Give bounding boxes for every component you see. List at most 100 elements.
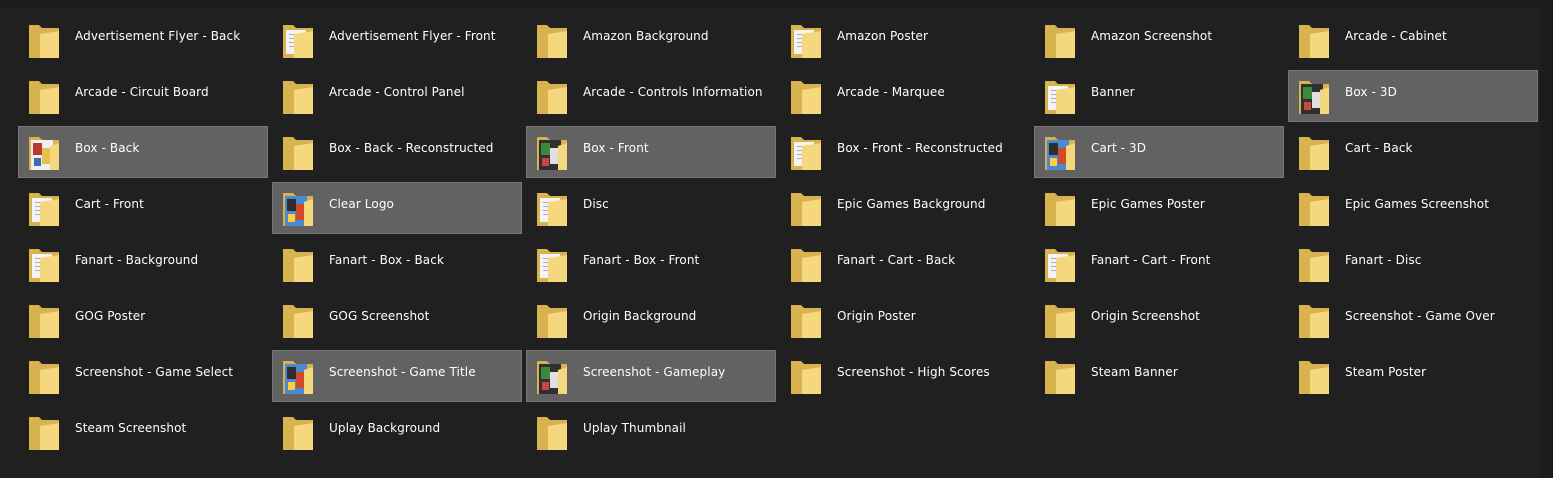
folder-icon [537, 25, 567, 58]
folder-item[interactable]: Fanart - Box - Back [272, 238, 522, 290]
folder-item[interactable]: Fanart - Background [18, 238, 268, 290]
folder-item[interactable]: Advertisement Flyer - Front [272, 14, 522, 66]
folder-item[interactable]: Fanart - Disc [1288, 238, 1538, 290]
folder-item[interactable]: Origin Screenshot [1034, 294, 1284, 346]
folder-icon [1299, 193, 1329, 226]
folder-with-documents-icon [791, 137, 821, 170]
folder-item-label: Box - Front [583, 141, 649, 155]
folder-item-label: Arcade - Marquee [837, 85, 945, 99]
folder-item-label: Box - Back - Reconstructed [329, 141, 494, 155]
folder-item[interactable]: Box - Front [526, 126, 776, 178]
folder-item[interactable]: Origin Background [526, 294, 776, 346]
folder-grid: Advertisement Flyer - Back Advertisement … [18, 14, 1538, 458]
folder-item[interactable]: GOG Poster [18, 294, 268, 346]
folder-item-label: Arcade - Control Panel [329, 85, 465, 99]
folder-item[interactable]: Arcade - Marquee [780, 70, 1030, 122]
folder-item[interactable]: Cart - 3D [1034, 126, 1284, 178]
folder-item[interactable]: Box - Back - Reconstructed [272, 126, 522, 178]
folder-icon [29, 417, 59, 450]
folder-item[interactable]: Uplay Background [272, 406, 522, 458]
folder-item[interactable]: Fanart - Cart - Front [1034, 238, 1284, 290]
folder-icon [1299, 361, 1329, 394]
folder-item-label: Screenshot - High Scores [837, 365, 990, 379]
folder-item[interactable]: Screenshot - Game Select [18, 350, 268, 402]
folder-item[interactable]: Clear Logo [272, 182, 522, 234]
folder-icon [537, 81, 567, 114]
folder-item[interactable]: Screenshot - Game Over [1288, 294, 1538, 346]
folder-item[interactable]: Screenshot - Game Title [272, 350, 522, 402]
folder-item[interactable]: Amazon Screenshot [1034, 14, 1284, 66]
folder-icon [29, 361, 59, 394]
folder-item[interactable]: Box - 3D [1288, 70, 1538, 122]
folder-item[interactable]: Fanart - Cart - Back [780, 238, 1030, 290]
folder-with-documents-icon [283, 25, 313, 58]
folder-item-label: Advertisement Flyer - Back [75, 29, 241, 43]
folder-content-pane: Advertisement Flyer - Back Advertisement … [0, 8, 1540, 478]
folder-item-label: Box - Front - Reconstructed [837, 141, 1003, 155]
folder-with-documents-icon [537, 249, 567, 282]
folder-item-label: Uplay Background [329, 421, 441, 435]
folder-item-label: Uplay Thumbnail [583, 421, 686, 435]
folder-icon [1299, 249, 1329, 282]
folder-item-label: Box - 3D [1345, 85, 1397, 99]
folder-item[interactable]: Steam Poster [1288, 350, 1538, 402]
folder-item[interactable]: Origin Poster [780, 294, 1030, 346]
folder-icon [791, 193, 821, 226]
folder-item-label: Fanart - Box - Back [329, 253, 445, 267]
folder-item-label: Fanart - Cart - Front [1091, 253, 1211, 267]
folder-item[interactable]: Arcade - Control Panel [272, 70, 522, 122]
folder-item-label: Amazon Screenshot [1091, 29, 1213, 43]
folder-item-label: Fanart - Disc [1345, 253, 1422, 267]
folder-item-label: Origin Background [583, 309, 697, 323]
folder-icon [537, 417, 567, 450]
folder-item[interactable]: Arcade - Cabinet [1288, 14, 1538, 66]
folder-item[interactable]: Arcade - Circuit Board [18, 70, 268, 122]
folder-item[interactable]: Amazon Poster [780, 14, 1030, 66]
folder-item[interactable]: Disc [526, 182, 776, 234]
folder-item-label: Banner [1091, 85, 1135, 99]
folder-item[interactable]: GOG Screenshot [272, 294, 522, 346]
folder-item[interactable]: Steam Screenshot [18, 406, 268, 458]
folder-item[interactable]: Steam Banner [1034, 350, 1284, 402]
folder-item[interactable]: Box - Front - Reconstructed [780, 126, 1030, 178]
folder-item-label: Fanart - Background [75, 253, 199, 267]
folder-item-label: Screenshot - Game Title [329, 365, 476, 379]
folder-item-label: Screenshot - Gameplay [583, 365, 726, 379]
folder-item[interactable]: Arcade - Controls Information [526, 70, 776, 122]
folder-item-label: Steam Banner [1091, 365, 1178, 379]
folder-item[interactable]: Screenshot - Gameplay [526, 350, 776, 402]
folder-item[interactable]: Banner [1034, 70, 1284, 122]
folder-item[interactable]: Fanart - Box - Front [526, 238, 776, 290]
folder-with-image-icon [283, 193, 313, 226]
folder-item[interactable]: Cart - Front [18, 182, 268, 234]
folder-item-label: GOG Poster [75, 309, 146, 323]
folder-item-label: Cart - 3D [1091, 141, 1147, 155]
folder-item-label: Cart - Front [75, 197, 144, 211]
folder-item[interactable]: Epic Games Background [780, 182, 1030, 234]
folder-item-label: GOG Screenshot [329, 309, 430, 323]
folder-item-label: Arcade - Controls Information [583, 85, 763, 99]
folder-item[interactable]: Epic Games Screenshot [1288, 182, 1538, 234]
folder-item-label: Steam Poster [1345, 365, 1427, 379]
folder-item-label: Origin Screenshot [1091, 309, 1200, 323]
folder-with-documents-icon [791, 25, 821, 58]
folder-icon [1045, 305, 1075, 338]
folder-item[interactable]: Screenshot - High Scores [780, 350, 1030, 402]
folder-item-label: Clear Logo [329, 197, 394, 211]
folder-with-image-icon [1299, 81, 1329, 114]
folder-item-label: Epic Games Screenshot [1345, 197, 1489, 211]
folder-item-label: Box - Back [75, 141, 140, 155]
folder-icon [1045, 193, 1075, 226]
folder-icon [791, 81, 821, 114]
folder-item[interactable]: Amazon Background [526, 14, 776, 66]
folder-item[interactable]: Uplay Thumbnail [526, 406, 776, 458]
folder-item[interactable]: Epic Games Poster [1034, 182, 1284, 234]
folder-icon [791, 249, 821, 282]
folder-with-documents-icon [1045, 249, 1075, 282]
folder-item[interactable]: Advertisement Flyer - Back [18, 14, 268, 66]
folder-item[interactable]: Box - Back [18, 126, 268, 178]
folder-item-label: Epic Games Background [837, 197, 986, 211]
folder-icon [283, 81, 313, 114]
folder-item[interactable]: Cart - Back [1288, 126, 1538, 178]
folder-item-label: Arcade - Cabinet [1345, 29, 1447, 43]
